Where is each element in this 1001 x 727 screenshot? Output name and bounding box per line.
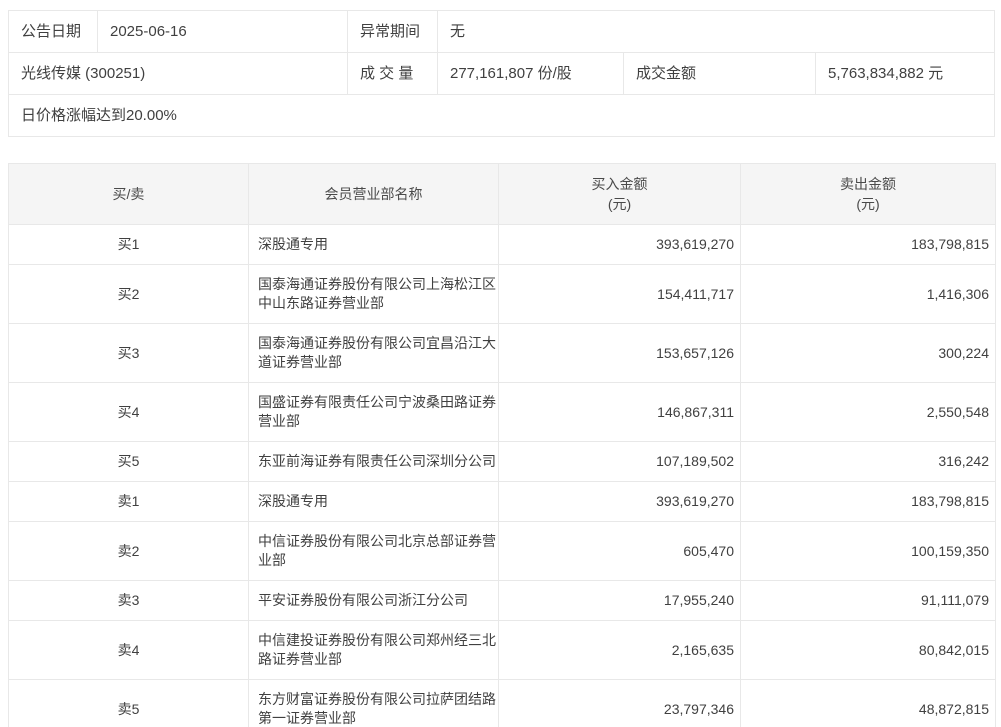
row-side: 卖2 — [8, 521, 249, 581]
col-header-buy: 买入金额 (元) — [498, 163, 741, 225]
broker-name: 深股通专用 — [248, 481, 499, 522]
summary-block: 公告日期 2025-06-16 异常期间 无 光线传媒 (300251) 成 交… — [8, 10, 995, 137]
summary-row-date: 公告日期 2025-06-16 异常期间 无 — [9, 11, 994, 53]
broker-name: 东方财富证券股份有限公司拉萨团结路第一证券营业部 — [248, 679, 499, 727]
row-side: 买2 — [8, 264, 249, 324]
summary-row-reason: 日价格涨幅达到20.00% — [9, 95, 994, 137]
table-row: 卖5 东方财富证券股份有限公司拉萨团结路第一证券营业部 23,797,346 4… — [8, 679, 996, 727]
broker-name: 平安证券股份有限公司浙江分公司 — [248, 580, 499, 621]
table-row: 买3 国泰海通证券股份有限公司宜昌沿江大道证券营业部 153,657,126 3… — [8, 323, 996, 383]
col-header-buy-label: 买入金额 — [591, 176, 648, 192]
price-change-note: 日价格涨幅达到20.00% — [21, 107, 177, 124]
table-header-row: 买/卖 会员营业部名称 买入金额 (元) 卖出金额 (元) — [8, 163, 996, 225]
table-row: 买1 深股通专用 393,619,270 183,798,815 — [8, 224, 996, 265]
summary-row-stock: 光线传媒 (300251) 成 交 量 277,161,807 份/股 成交金额… — [9, 53, 994, 95]
broker-name: 国泰海通证券股份有限公司宜昌沿江大道证券营业部 — [248, 323, 499, 383]
row-side: 买3 — [8, 323, 249, 383]
col-header-buy-unit: (元) — [607, 196, 632, 212]
turnover-value: 5,763,834,882 元 — [828, 65, 944, 82]
sell-amount: 183,798,815 — [740, 481, 996, 522]
broker-name: 国泰海通证券股份有限公司上海松江区中山东路证券营业部 — [248, 264, 499, 324]
col-header-broker: 会员营业部名称 — [248, 163, 499, 225]
row-side: 卖5 — [8, 679, 249, 727]
buy-amount: 153,657,126 — [498, 323, 741, 383]
sell-amount: 91,111,079 — [740, 580, 996, 621]
table-row: 买5 东亚前海证券有限责任公司深圳分公司 107,189,502 316,242 — [8, 441, 996, 482]
col-header-side: 买/卖 — [8, 163, 249, 225]
sell-amount: 2,550,548 — [740, 382, 996, 442]
table-row: 卖1 深股通专用 393,619,270 183,798,815 — [8, 481, 996, 522]
page-content: 公告日期 2025-06-16 异常期间 无 光线传媒 (300251) 成 交… — [8, 10, 996, 727]
volume-label: 成 交 量 — [348, 53, 438, 94]
sell-amount: 300,224 — [740, 323, 996, 383]
lhb-table: 买/卖 会员营业部名称 买入金额 (元) 卖出金额 (元) 买1 深股通专用 3… — [8, 163, 996, 727]
buy-amount: 605,470 — [498, 521, 741, 581]
buy-amount: 154,411,717 — [498, 264, 741, 324]
col-header-sell: 卖出金额 (元) — [740, 163, 996, 225]
buy-amount: 146,867,311 — [498, 382, 741, 442]
row-side: 买1 — [8, 224, 249, 265]
sell-amount: 80,842,015 — [740, 620, 996, 680]
table-row: 买4 国盛证券有限责任公司宁波桑田路证券营业部 146,867,311 2,55… — [8, 382, 996, 442]
turnover-label: 成交金额 — [624, 53, 816, 94]
table-row: 买2 国泰海通证券股份有限公司上海松江区中山东路证券营业部 154,411,71… — [8, 264, 996, 324]
sell-amount: 100,159,350 — [740, 521, 996, 581]
col-header-sell-label: 卖出金额 — [840, 176, 896, 192]
broker-name: 深股通专用 — [248, 224, 499, 265]
buy-amount: 393,619,270 — [498, 481, 741, 522]
row-side: 买5 — [8, 441, 249, 482]
sell-amount: 1,416,306 — [740, 264, 996, 324]
row-side: 卖1 — [8, 481, 249, 522]
row-side: 卖4 — [8, 620, 249, 680]
col-header-broker-label: 会员营业部名称 — [324, 186, 423, 202]
col-header-side-label: 买/卖 — [112, 186, 145, 202]
volume-value: 277,161,807 份/股 — [438, 53, 624, 94]
buy-amount: 393,619,270 — [498, 224, 741, 265]
table-row: 卖4 中信建投证券股份有限公司郑州经三北路证券营业部 2,165,635 80,… — [8, 620, 996, 680]
sell-amount: 183,798,815 — [740, 224, 996, 265]
table-row: 卖2 中信证券股份有限公司北京总部证券营业部 605,470 100,159,3… — [8, 521, 996, 581]
broker-name: 东亚前海证券有限责任公司深圳分公司 — [248, 441, 499, 482]
row-side: 卖3 — [8, 580, 249, 621]
table-row: 卖3 平安证券股份有限公司浙江分公司 17,955,240 91,111,079 — [8, 580, 996, 621]
col-header-sell-unit: (元) — [856, 196, 880, 212]
announce-date-label: 公告日期 — [9, 11, 98, 52]
buy-amount: 17,955,240 — [498, 580, 741, 621]
sell-amount: 48,872,815 — [740, 679, 996, 727]
sell-amount: 316,242 — [740, 441, 996, 482]
abnormal-period-value: 无 — [450, 23, 466, 40]
broker-name: 国盛证券有限责任公司宁波桑田路证券营业部 — [248, 382, 499, 442]
buy-amount: 2,165,635 — [498, 620, 741, 680]
buy-amount: 23,797,346 — [498, 679, 741, 727]
announce-date-value: 2025-06-16 — [98, 11, 348, 52]
stock-name: 光线传媒 (300251) — [9, 53, 348, 94]
buy-amount: 107,189,502 — [498, 441, 741, 482]
row-side: 买4 — [8, 382, 249, 442]
broker-name: 中信证券股份有限公司北京总部证券营业部 — [248, 521, 499, 581]
broker-name: 中信建投证券股份有限公司郑州经三北路证券营业部 — [248, 620, 499, 680]
abnormal-period-label: 异常期间 — [348, 11, 438, 52]
